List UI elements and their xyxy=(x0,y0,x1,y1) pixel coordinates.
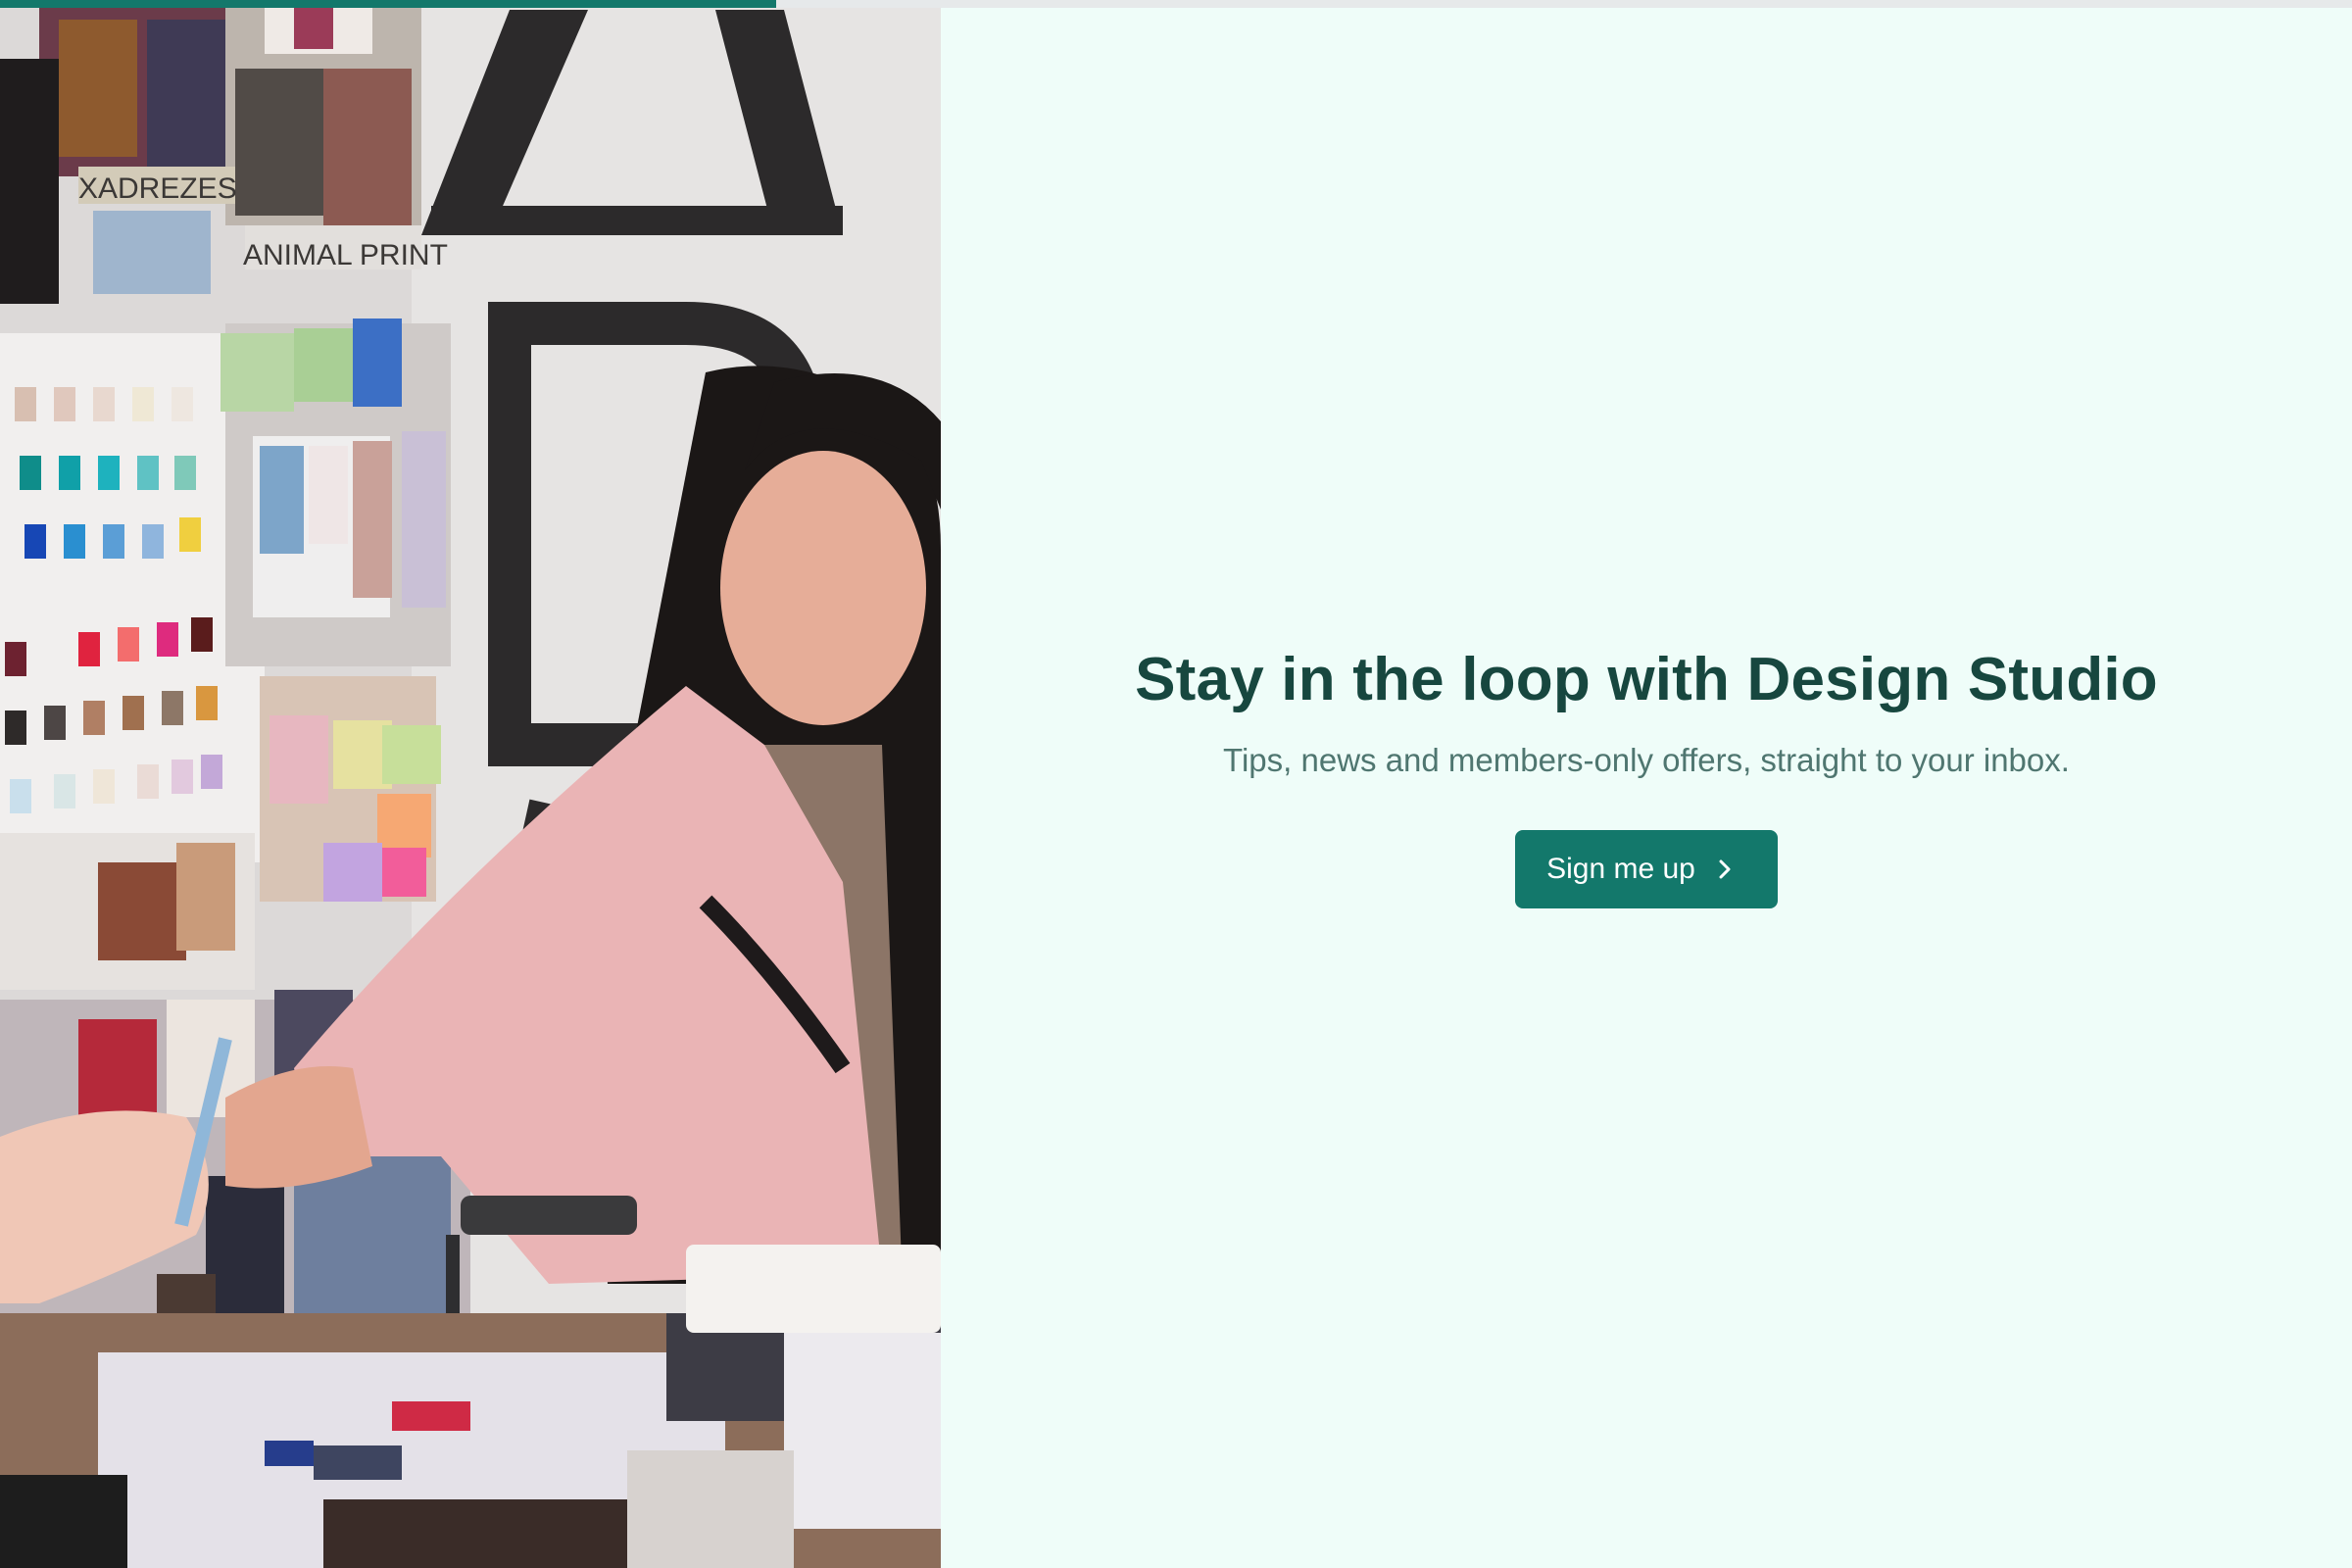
sign-me-up-label: Sign me up xyxy=(1546,853,1695,885)
wall-label-xadrezes: XADREZES xyxy=(78,172,237,205)
wall-label-animal-print: ANIMAL PRINT xyxy=(243,239,448,271)
signup-subtitle: Tips, news and members-only offers, stra… xyxy=(1223,742,2070,778)
progress-bar xyxy=(0,0,2352,8)
signup-content: Stay in the loop with Design Studio Tips… xyxy=(941,645,2352,908)
chevron-right-icon xyxy=(1717,858,1733,880)
signup-panel: Stay in the loop with Design Studio Tips… xyxy=(941,8,2352,1568)
signup-title: Stay in the loop with Design Studio xyxy=(1135,646,2158,713)
sign-me-up-button[interactable]: Sign me up xyxy=(1515,830,1778,908)
progress-bar-fill xyxy=(0,0,776,8)
hero-photo: XADREZES ANIMAL PRINT xyxy=(0,0,941,1568)
